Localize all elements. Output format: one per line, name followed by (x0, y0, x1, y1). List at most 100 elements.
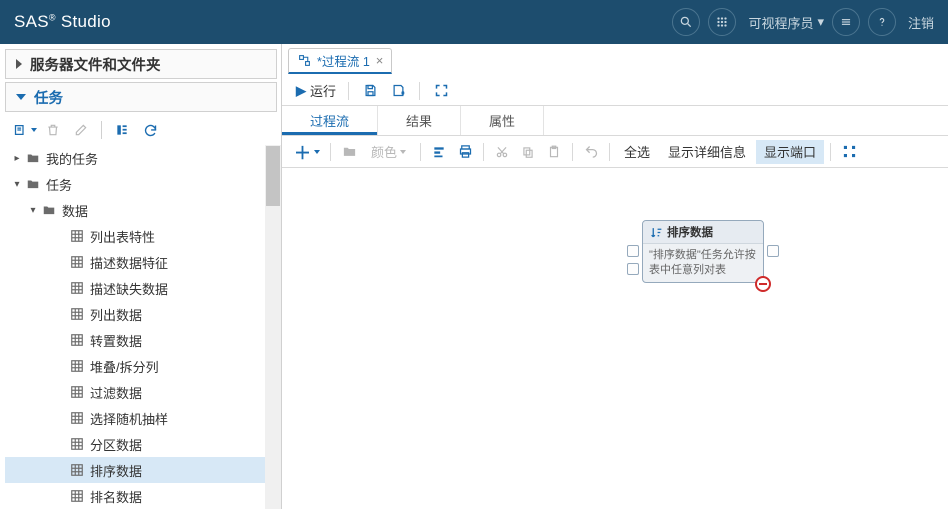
accordion-files[interactable]: 服务器文件和文件夹 (5, 49, 277, 79)
tree-icon (69, 436, 85, 452)
tree-item-2[interactable]: 描述缺失数据 (5, 275, 277, 301)
tree-item-7[interactable]: 选择随机抽样 (5, 405, 277, 431)
open-button[interactable] (337, 140, 361, 164)
tree-icon (69, 410, 85, 426)
tree-label: 转置数据 (90, 331, 142, 350)
accordion-tasks-label: 任务 (34, 87, 63, 108)
add-button[interactable]: ＋ (290, 140, 324, 164)
tree-data[interactable]: ▾数据 (5, 197, 277, 223)
new-task-button[interactable] (13, 118, 37, 142)
tree-label: 我的任务 (46, 149, 98, 168)
tree-icon (69, 462, 85, 478)
tree-item-10[interactable]: 排名数据 (5, 483, 277, 509)
search-button[interactable] (672, 8, 700, 36)
paste-button[interactable] (542, 140, 566, 164)
save-as-button[interactable] (385, 79, 411, 103)
tree-tasks[interactable]: ▾任务 (5, 171, 277, 197)
tree-label: 数据 (62, 201, 88, 220)
fullscreen-button[interactable] (428, 79, 454, 103)
tree-icon (25, 150, 41, 166)
arrange-button[interactable] (837, 140, 861, 164)
tree-icon (25, 176, 41, 192)
tree-label: 描述缺失数据 (90, 279, 168, 298)
scrollbar[interactable] (265, 145, 281, 509)
tree-label: 描述数据特征 (90, 253, 168, 272)
tree-label: 堆叠/拆分列 (90, 357, 159, 376)
app-header: SAS® Studio 可视程序员▾ 注销 (0, 0, 948, 44)
copy-button[interactable] (516, 140, 540, 164)
document-tabstrip: *过程流 1 × (282, 44, 948, 74)
select-all-button[interactable]: 全选 (616, 140, 658, 164)
color-button[interactable]: 颜色 (363, 140, 414, 164)
run-button[interactable]: ▶运行 (292, 79, 340, 103)
flow-canvas[interactable]: 排序数据 "排序数据"任务允许按表中任意列对表 (282, 168, 948, 509)
tree-label: 排名数据 (90, 487, 142, 506)
run-toolbar: ▶运行 (282, 76, 948, 106)
accordion-files-label: 服务器文件和文件夹 (30, 54, 161, 75)
more-menu-button[interactable] (832, 8, 860, 36)
tree-label: 任务 (46, 175, 72, 194)
tab-processflow[interactable]: *过程流 1 × (288, 48, 392, 74)
tree-my-tasks[interactable]: ▸我的任务 (5, 145, 277, 171)
save-button[interactable] (357, 79, 383, 103)
tree-item-8[interactable]: 分区数据 (5, 431, 277, 457)
tree-icon (69, 228, 85, 244)
subtab-props[interactable]: 属性 (461, 106, 544, 135)
chevron-right-icon (16, 59, 22, 69)
tree-label: 列出数据 (90, 305, 142, 324)
view-subtabs: 过程流 结果 属性 (282, 106, 948, 136)
node-description: "排序数据"任务允许按表中任意列对表 (643, 244, 763, 282)
signout-link[interactable]: 注销 (908, 13, 934, 32)
tree-label: 选择随机抽样 (90, 409, 168, 428)
apps-button[interactable] (708, 8, 736, 36)
subtab-flow[interactable]: 过程流 (282, 106, 378, 135)
tree-icon (69, 384, 85, 400)
cut-button[interactable] (490, 140, 514, 164)
delete-button[interactable] (41, 118, 65, 142)
tree-item-1[interactable]: 描述数据特征 (5, 249, 277, 275)
tree-item-4[interactable]: 转置数据 (5, 327, 277, 353)
sidebar: 服务器文件和文件夹 任务 ▸我的任务▾任务▾数据列出表特性描述数据特征描述缺失数… (0, 44, 282, 509)
help-button[interactable] (868, 8, 896, 36)
input-port-1[interactable] (627, 245, 639, 257)
tree-icon (69, 358, 85, 374)
flow-node-sort[interactable]: 排序数据 "排序数据"任务允许按表中任意列对表 (642, 220, 764, 283)
app-logo: SAS® Studio (14, 12, 111, 32)
show-ports-button[interactable]: 显示端口 (756, 140, 824, 164)
tree-label: 排序数据 (90, 461, 142, 480)
refresh-button[interactable] (138, 118, 162, 142)
print-button[interactable] (453, 140, 477, 164)
task-tree: ▸我的任务▾任务▾数据列出表特性描述数据特征描述缺失数据列出数据转置数据堆叠/拆… (5, 145, 281, 509)
flow-icon (297, 54, 311, 68)
subtab-results[interactable]: 结果 (378, 106, 461, 135)
show-details-button[interactable]: 显示详细信息 (660, 140, 754, 164)
input-port-2[interactable] (627, 263, 639, 275)
content-area: *过程流 1 × ▶运行 过程流 结果 属性 ＋ 颜色 (282, 44, 948, 509)
tree-icon (69, 254, 85, 270)
tree-label: 分区数据 (90, 435, 142, 454)
undo-button[interactable] (579, 140, 603, 164)
tree-item-6[interactable]: 过滤数据 (5, 379, 277, 405)
tree-label: 过滤数据 (90, 383, 142, 402)
tree-item-3[interactable]: 列出数据 (5, 301, 277, 327)
output-port[interactable] (767, 245, 779, 257)
tab-close-button[interactable]: × (376, 53, 384, 68)
tree-icon (69, 488, 85, 504)
sidebar-toolbar (5, 115, 281, 145)
role-menu[interactable]: 可视程序员▾ (748, 13, 824, 32)
flow-action-bar: ＋ 颜色 全选 显示详细信息 显示端口 (282, 136, 948, 168)
tab-label: *过程流 1 (317, 51, 370, 70)
format-button[interactable] (427, 140, 451, 164)
chevron-down-icon (16, 94, 26, 100)
tree-item-0[interactable]: 列出表特性 (5, 223, 277, 249)
tree-icon (41, 202, 57, 218)
edit-button[interactable] (69, 118, 93, 142)
tree-icon (69, 280, 85, 296)
properties-button[interactable] (110, 118, 134, 142)
accordion-tasks[interactable]: 任务 (5, 82, 277, 112)
tree-icon (69, 332, 85, 348)
node-title: 排序数据 (667, 224, 713, 240)
tree-item-9[interactable]: 排序数据 (5, 457, 277, 483)
sort-icon (649, 225, 663, 239)
tree-item-5[interactable]: 堆叠/拆分列 (5, 353, 277, 379)
